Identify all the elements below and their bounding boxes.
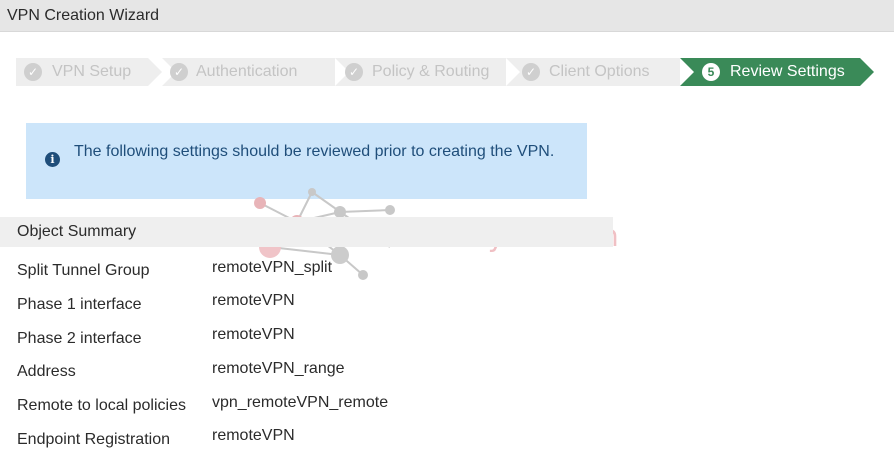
checkmark-icon: ✓ xyxy=(170,63,188,81)
checkmark-icon: ✓ xyxy=(345,63,363,81)
summary-row-value: remoteVPN xyxy=(212,292,295,309)
summary-row-value: remoteVPN xyxy=(212,427,295,444)
wizard-steps: ✓ VPN Setup ✓ Authentication ✓ Policy & … xyxy=(16,58,876,86)
summary-row-value: vpn_remoteVPN_remote xyxy=(212,394,389,411)
step-label: VPN Setup xyxy=(52,63,132,80)
summary-row-label: Split Tunnel Group xyxy=(17,262,150,279)
step-number-icon: 5 xyxy=(702,63,720,81)
summary-row-label: Endpoint Registration xyxy=(17,431,170,448)
summary-row-value: remoteVPN xyxy=(212,326,295,343)
info-icon: i xyxy=(45,152,60,167)
summary-row-value: remoteVPN_split xyxy=(212,259,333,276)
step-label: Authentication xyxy=(196,63,298,80)
summary-row-value: remoteVPN_range xyxy=(212,360,345,377)
step-tail xyxy=(680,58,694,86)
checkmark-icon: ✓ xyxy=(24,63,42,81)
step-arrow xyxy=(860,58,874,86)
summary-title: Object Summary xyxy=(17,223,137,240)
window-header: VPN Creation Wizard xyxy=(0,0,894,32)
step-label: Client Options xyxy=(549,63,650,80)
step-review-settings[interactable]: 5 Review Settings xyxy=(680,58,874,86)
step-client-options[interactable]: ✓ Client Options xyxy=(506,58,699,86)
step-authentication[interactable]: ✓ Authentication xyxy=(162,58,355,86)
summary-row-label: Phase 1 interface xyxy=(17,296,142,313)
checkmark-icon: ✓ xyxy=(522,63,540,81)
step-label: Review Settings xyxy=(730,63,845,80)
window-title: VPN Creation Wizard xyxy=(7,7,160,24)
summary-row-label: Address xyxy=(17,363,76,380)
step-policy-routing[interactable]: ✓ Policy & Routing xyxy=(335,58,526,86)
step-arrow xyxy=(148,58,162,86)
step-label: Policy & Routing xyxy=(372,63,490,80)
summary-row-label: Remote to local policies xyxy=(17,397,186,414)
info-text: The following settings should be reviewe… xyxy=(74,143,555,160)
info-message: i The following settings should be revie… xyxy=(26,123,587,199)
summary-row-label: Phase 2 interface xyxy=(17,330,142,347)
step-tail xyxy=(506,58,520,86)
step-vpn-setup[interactable]: ✓ VPN Setup xyxy=(16,58,165,86)
summary-header: Object Summary xyxy=(0,217,613,247)
